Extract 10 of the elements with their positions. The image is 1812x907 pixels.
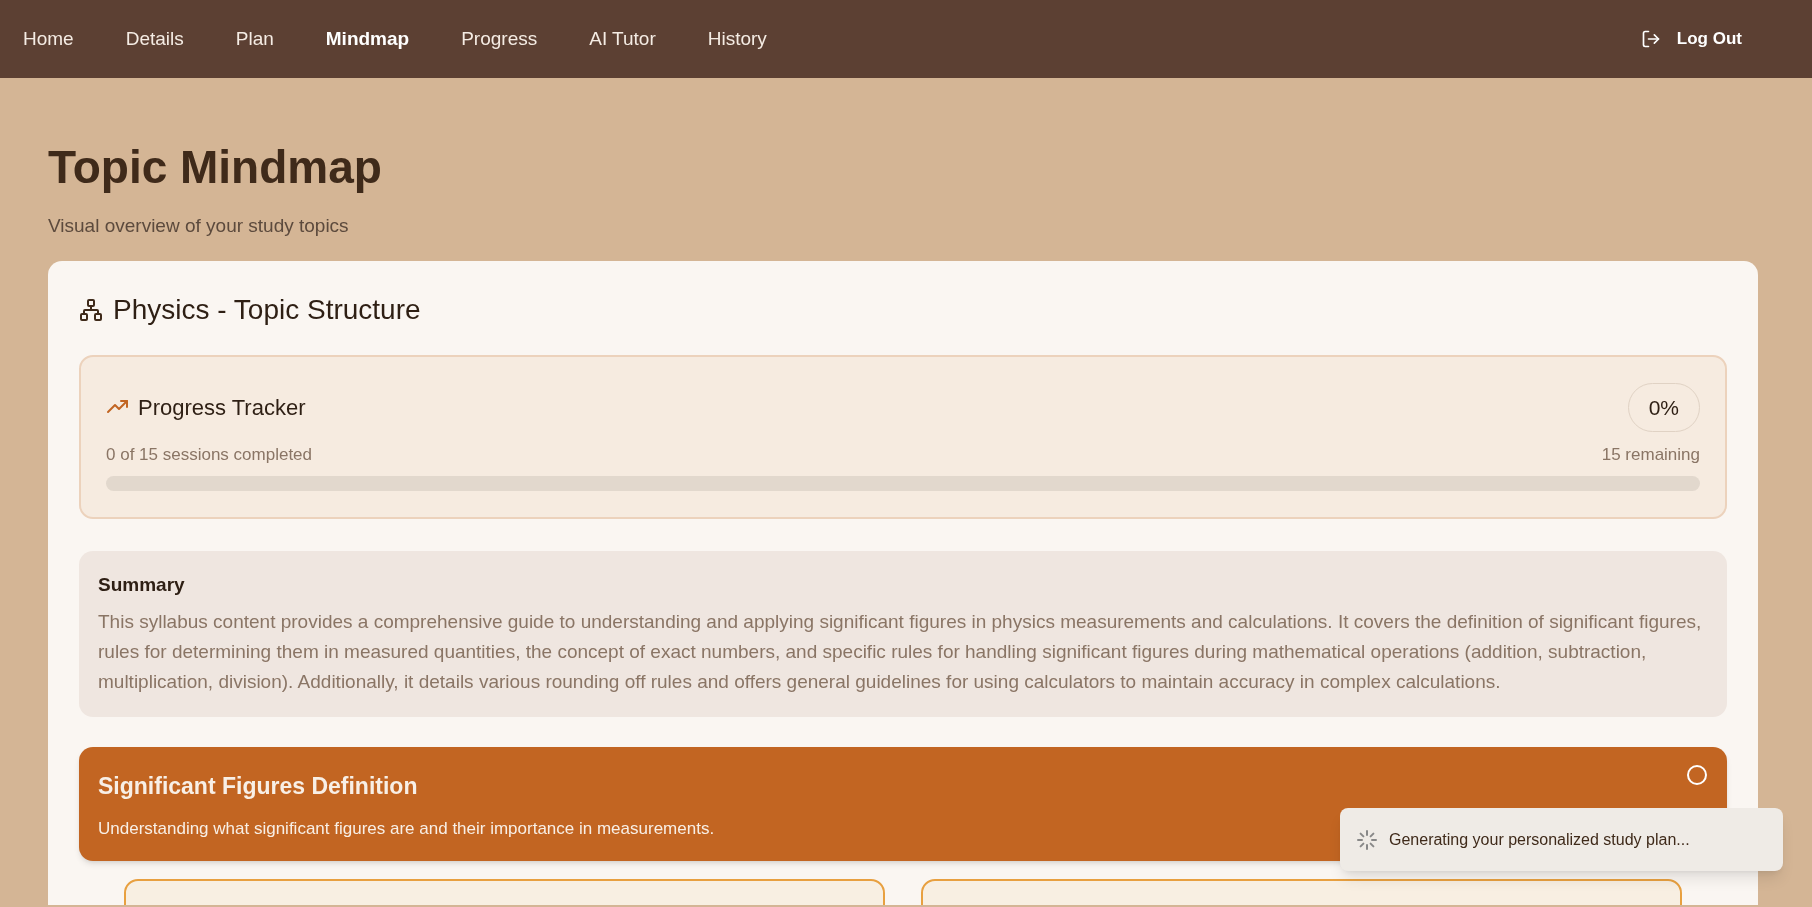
tracker-title: Progress Tracker [138,393,306,422]
sessions-completed-text: 0 of 15 sessions completed [106,444,312,466]
summary-text: This syllabus content provides a comprehensive guide to understanding and applying significant figures in physics measurements and calculations. It covers the definition of significant figures, rules for determining them in measured quantities, the concept of exact numbers, and specific rules for handling significant figures during mathematical operations (addition, subtraction, multiplication, division). Additionally, it details various rounding off rules and offers general guidelines for using calculators to maintain accuracy in complex calculations. [98,610,1703,694]
page-subtitle: Visual overview of your study topics [48,214,350,238]
summary-title: Summary [98,572,186,597]
topic-title: Significant Figures Definition [98,772,418,801]
toast-message: Generating your personalized study plan... [1389,829,1690,850]
remaining-text: 15 remaining [1601,444,1700,466]
topic-description: Understanding what significant figures are and their importance in measurements. [98,817,715,840]
section-title: Physics - Topic Structure [113,292,421,327]
